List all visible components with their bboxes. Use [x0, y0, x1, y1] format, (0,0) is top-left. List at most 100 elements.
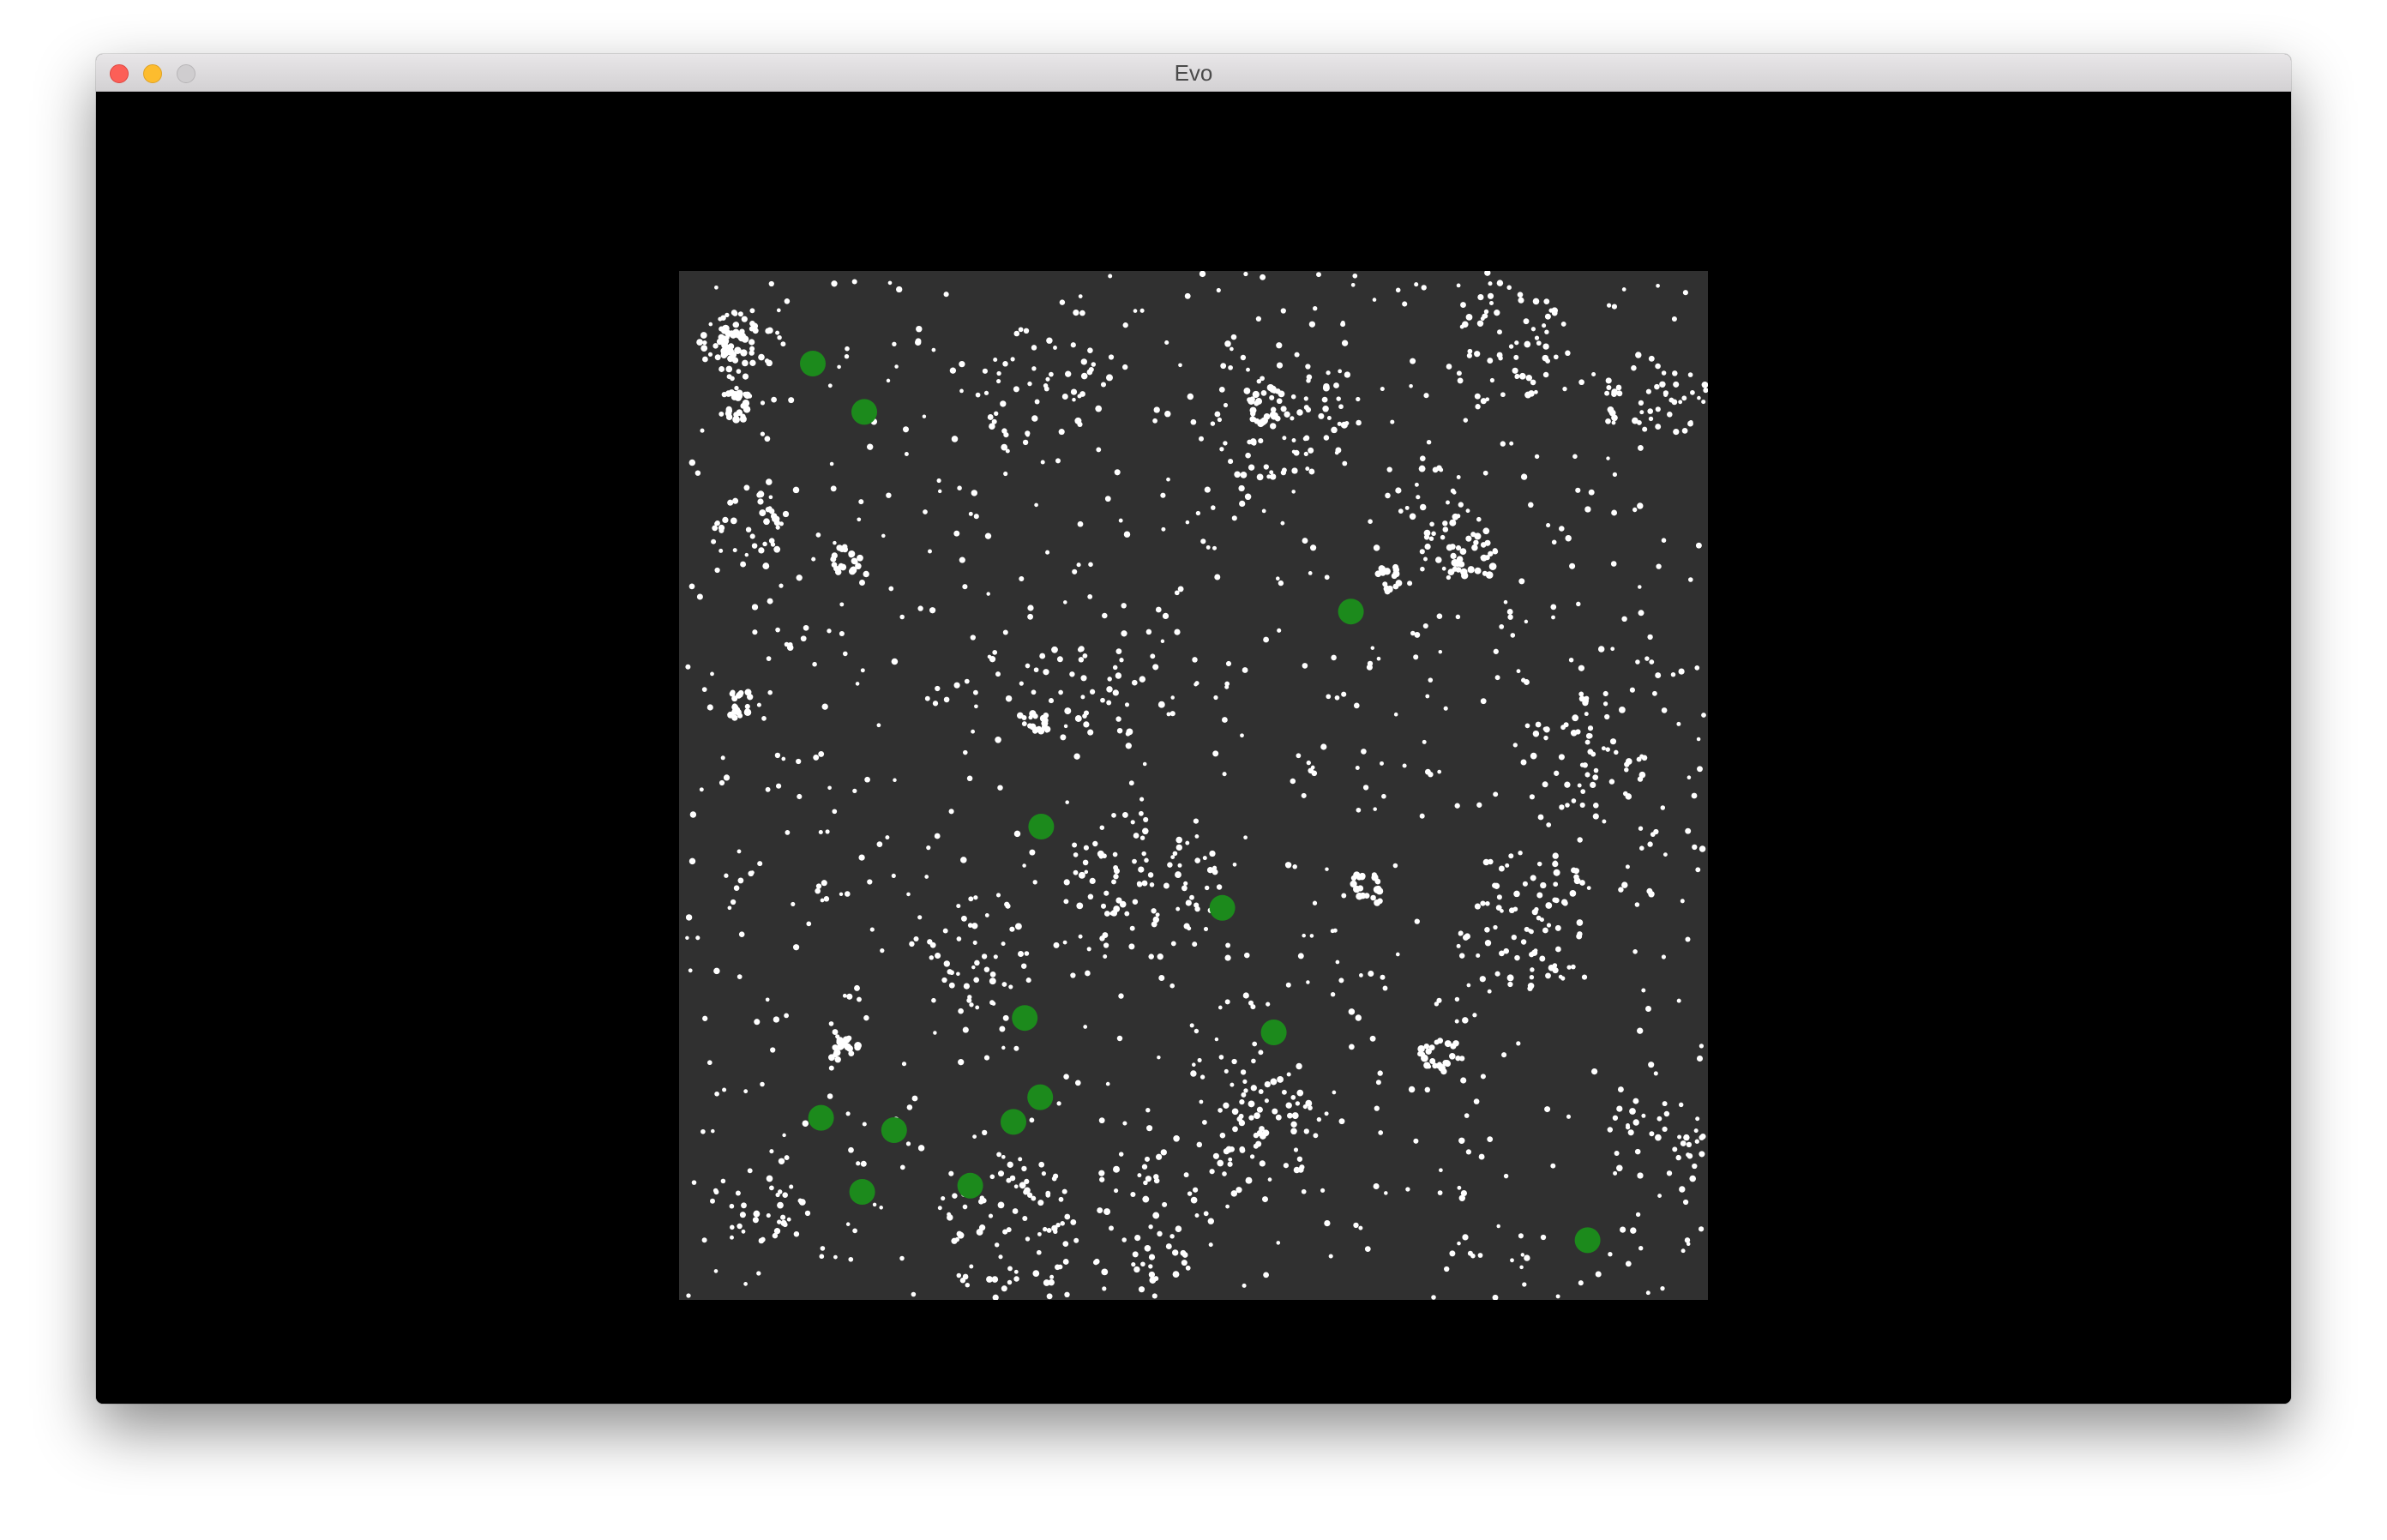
- food-particle: [864, 776, 870, 783]
- food-particle: [1518, 1233, 1524, 1239]
- food-particle: [1488, 300, 1494, 306]
- food-particle: [1458, 932, 1463, 936]
- food-particle: [1085, 970, 1091, 977]
- food-particle: [1103, 954, 1108, 959]
- food-particle: [1296, 409, 1303, 416]
- simulation-world[interactable]: [679, 271, 1708, 1300]
- food-particle: [1420, 566, 1425, 572]
- creature: [800, 351, 826, 376]
- food-particle: [996, 1152, 1001, 1158]
- food-particle: [1218, 386, 1225, 393]
- food-particle: [894, 364, 899, 369]
- food-particle: [1470, 532, 1476, 538]
- food-particle: [971, 490, 977, 496]
- food-particle: [1306, 378, 1311, 383]
- food-particle: [1498, 865, 1505, 872]
- food-particle: [765, 997, 770, 1002]
- food-particle: [1657, 1194, 1662, 1199]
- food-particle: [1531, 909, 1538, 916]
- food-particle: [1295, 1101, 1301, 1106]
- food-particle: [1692, 1163, 1698, 1170]
- food-particle: [1169, 983, 1175, 989]
- food-particle: [1376, 656, 1381, 661]
- food-particle: [760, 1081, 765, 1087]
- food-particle: [811, 556, 816, 562]
- food-particle: [1442, 526, 1449, 532]
- food-particle: [860, 668, 865, 673]
- food-particle: [972, 940, 977, 945]
- food-particle: [844, 354, 850, 359]
- food-particle: [762, 541, 767, 547]
- food-particle: [948, 809, 954, 815]
- food-particle: [792, 944, 800, 951]
- food-particle: [1554, 924, 1561, 931]
- food-particle: [1402, 301, 1408, 307]
- food-particle: [740, 403, 747, 409]
- food-particle: [988, 1213, 994, 1218]
- food-particle: [1286, 1072, 1291, 1077]
- food-particle: [701, 1237, 707, 1243]
- food-particle: [1368, 970, 1374, 978]
- food-particle: [700, 428, 705, 433]
- food-particle: [685, 664, 691, 670]
- food-particle: [1518, 578, 1525, 585]
- food-particle: [1197, 1057, 1202, 1062]
- food-particle: [722, 1087, 727, 1092]
- food-particle: [1184, 292, 1191, 299]
- food-particle: [1013, 1276, 1019, 1282]
- food-particle: [1645, 1006, 1651, 1012]
- food-particle: [1280, 308, 1286, 314]
- food-particle: [1155, 912, 1160, 917]
- food-particle: [1203, 926, 1209, 931]
- food-particle: [1116, 727, 1123, 734]
- food-particle: [1474, 567, 1482, 574]
- food-particle: [1022, 1215, 1028, 1222]
- food-particle: [1078, 934, 1083, 939]
- creature: [1574, 1227, 1601, 1254]
- food-particle: [1479, 976, 1486, 983]
- food-particle: [1476, 516, 1482, 522]
- food-particle: [1031, 345, 1037, 351]
- food-particle: [689, 811, 697, 818]
- food-particle: [1172, 1271, 1180, 1278]
- food-particle: [1244, 952, 1250, 959]
- food-particle: [1019, 681, 1024, 686]
- food-particle: [1577, 783, 1582, 788]
- food-particle: [743, 391, 749, 397]
- food-particle: [1174, 629, 1181, 635]
- food-particle: [1497, 329, 1502, 335]
- food-particle: [1475, 404, 1481, 410]
- food-particle: [974, 959, 980, 966]
- food-particle: [1052, 1173, 1059, 1179]
- food-particle: [846, 993, 853, 1000]
- food-particle: [1471, 544, 1478, 551]
- food-particle: [706, 704, 713, 711]
- food-particle: [1324, 1219, 1331, 1227]
- food-particle: [1218, 1055, 1224, 1060]
- food-particle: [971, 729, 976, 734]
- food-particle: [1092, 840, 1098, 847]
- food-particle: [1108, 354, 1115, 360]
- food-particle: [1542, 354, 1549, 362]
- food-particle: [713, 1189, 719, 1195]
- food-particle: [1302, 663, 1308, 669]
- food-particle: [752, 1217, 759, 1224]
- food-particle: [738, 931, 745, 937]
- food-particle: [1023, 328, 1030, 334]
- food-particle: [1185, 520, 1190, 525]
- food-particle: [911, 1291, 917, 1297]
- food-particle: [1217, 417, 1223, 423]
- food-particle: [1566, 965, 1572, 970]
- food-particle: [1356, 875, 1362, 881]
- food-particle: [956, 972, 960, 977]
- food-particle: [959, 1278, 966, 1284]
- food-particle: [973, 977, 980, 984]
- food-particle: [1414, 631, 1421, 638]
- food-particle: [1243, 387, 1251, 394]
- food-particle: [1492, 548, 1499, 555]
- food-particle: [989, 972, 996, 978]
- food-particle: [1178, 363, 1182, 368]
- title-bar[interactable]: Evo: [96, 54, 2291, 92]
- food-particle: [1254, 1112, 1260, 1119]
- food-particle: [1172, 851, 1178, 857]
